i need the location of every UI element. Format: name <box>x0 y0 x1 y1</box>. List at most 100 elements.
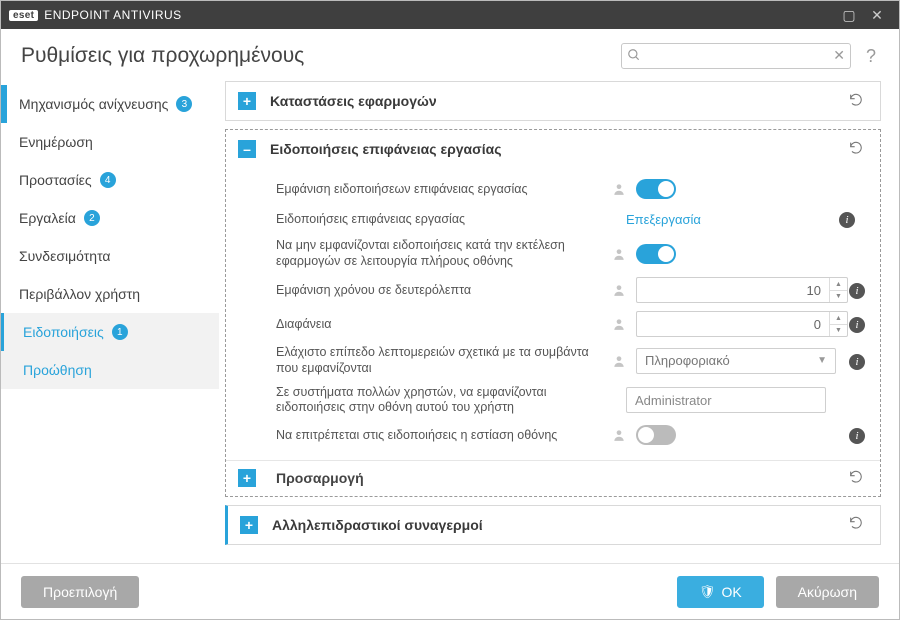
setting-label: Ελάχιστο επίπεδο λεπτομερειών σχετικά με… <box>276 345 602 376</box>
setting-label: Να επιτρέπεται στις ειδοποιήσεις η εστία… <box>276 428 602 442</box>
spin-down-icon[interactable]: ▼ <box>830 291 847 303</box>
setting-label: Εμφάνιση χρόνου σε δευτερόλεπτα <box>276 283 602 297</box>
search-clear-icon[interactable]: ✕ <box>833 47 845 64</box>
cancel-button[interactable]: Ακύρωση <box>776 576 879 608</box>
sidebar-item-protections[interactable]: Προστασίες 4 <box>1 161 219 199</box>
footer: Προεπιλογή 🛡 OK Ακύρωση <box>1 563 899 619</box>
header-row: Ρυθμίσεις για προχωρημένους ✕ ? <box>1 29 899 77</box>
shield-icon: 🛡 <box>699 584 716 600</box>
setting-label: Σε συστήματα πολλών χρηστών, να εμφανίζο… <box>276 385 606 416</box>
sidebar-badge: 2 <box>84 210 100 226</box>
brand-badge: eset <box>9 10 38 21</box>
panel-header-customization[interactable]: + Προσαρμογή <box>226 460 880 496</box>
panel-interactive-alerts: + Αλληλεπιδραστικοί συναγερμοί <box>225 505 881 545</box>
setting-label: Ειδοποιήσεις επιφάνειας εργασίας <box>276 212 606 226</box>
row-focus: Να επιτρέπεται στις ειδοποιήσεις η εστία… <box>276 420 868 450</box>
info-icon[interactable]: i <box>849 428 865 444</box>
edit-link[interactable]: Επεξεργασία <box>626 212 701 227</box>
sidebar-badge: 4 <box>100 172 116 188</box>
app-title: ENDPOINT ANTIVIRUS <box>44 8 181 22</box>
sidebar-item-label: Εργαλεία <box>19 210 76 226</box>
help-icon[interactable]: ? <box>861 46 881 67</box>
revert-icon[interactable] <box>848 515 868 534</box>
toggle-show-desktop[interactable] <box>636 179 676 199</box>
expand-icon: + <box>238 92 256 110</box>
panel-header-app-states[interactable]: + Καταστάσεις εφαρμογών <box>226 82 880 120</box>
search-icon <box>627 48 641 65</box>
sidebar-badge: 3 <box>176 96 192 112</box>
panel-title: Αλληλεπιδραστικοί συναγερμοί <box>272 517 834 533</box>
multiuser-input[interactable] <box>626 387 826 413</box>
row-transparency: Διαφάνεια ▲▼ i <box>276 307 868 341</box>
window-maximize-icon[interactable]: ▢ <box>835 7 863 24</box>
person-icon <box>612 354 626 368</box>
sidebar-item-detection-engine[interactable]: Μηχανισμός ανίχνευσης 3 <box>1 85 219 123</box>
verbosity-select[interactable]: Πληροφοριακό ▼ <box>636 348 836 374</box>
info-icon[interactable]: i <box>839 212 855 228</box>
panel-header-desktop-notifications[interactable]: – Ειδοποιήσεις επιφάνειας εργασίας <box>226 130 880 168</box>
seconds-stepper[interactable]: ▲▼ <box>636 277 848 303</box>
row-fullscreen: Να μην εμφανίζονται ειδοποιήσεις κατά τη… <box>276 234 868 273</box>
sidebar-item-update[interactable]: Ενημέρωση <box>1 123 219 161</box>
sidebar-item-tools[interactable]: Εργαλεία 2 <box>1 199 219 237</box>
revert-icon[interactable] <box>848 140 868 159</box>
seconds-input[interactable] <box>637 278 829 302</box>
panel-header-interactive-alerts[interactable]: + Αλληλεπιδραστικοί συναγερμοί <box>228 506 880 544</box>
collapse-icon: – <box>238 140 256 158</box>
panel-desktop-notifications: – Ειδοποιήσεις επιφάνειας εργασίας Εμφάν… <box>225 129 881 497</box>
panel-title: Προσαρμογή <box>270 470 834 486</box>
person-icon <box>612 247 626 261</box>
sidebar: Μηχανισμός ανίχνευσης 3 Ενημέρωση Προστα… <box>1 77 219 563</box>
app-window: eset ENDPOINT ANTIVIRUS ▢ ✕ Ρυθμίσεις γι… <box>0 0 900 620</box>
revert-icon[interactable] <box>848 469 868 488</box>
sidebar-item-ui[interactable]: Περιβάλλον χρήστη <box>1 275 219 313</box>
expand-icon: + <box>238 469 256 487</box>
main: + Καταστάσεις εφαρμογών – Ειδοποιήσεις ε… <box>219 77 899 563</box>
row-verbosity: Ελάχιστο επίπεδο λεπτομερειών σχετικά με… <box>276 341 868 380</box>
revert-icon[interactable] <box>848 92 868 111</box>
setting-label: Να μην εμφανίζονται ειδοποιήσεις κατά τη… <box>276 238 602 269</box>
ok-label: OK <box>721 584 741 600</box>
info-icon[interactable]: i <box>849 354 865 370</box>
transparency-stepper[interactable]: ▲▼ <box>636 311 848 337</box>
transparency-input[interactable] <box>637 312 829 336</box>
panel-title: Ειδοποιήσεις επιφάνειας εργασίας <box>270 141 834 157</box>
spin-up-icon[interactable]: ▲ <box>830 312 847 325</box>
page-title: Ρυθμίσεις για προχωρημένους <box>21 44 611 68</box>
spin-down-icon[interactable]: ▼ <box>830 325 847 337</box>
verbosity-value: Πληροφοριακό <box>645 353 730 368</box>
ok-button[interactable]: 🛡 OK <box>677 576 764 608</box>
row-multiuser: Σε συστήματα πολλών χρηστών, να εμφανίζο… <box>276 381 868 420</box>
person-icon <box>612 182 626 196</box>
panel-body: Εμφάνιση ειδοποιήσεων επιφάνειας εργασία… <box>226 168 880 460</box>
chevron-down-icon: ▼ <box>817 355 827 366</box>
sidebar-item-label: Μηχανισμός ανίχνευσης <box>19 96 168 112</box>
person-icon <box>612 283 626 297</box>
sidebar-item-connectivity[interactable]: Συνδεσιμότητα <box>1 237 219 275</box>
default-button[interactable]: Προεπιλογή <box>21 576 139 608</box>
titlebar: eset ENDPOINT ANTIVIRUS ▢ ✕ <box>1 1 899 29</box>
sidebar-item-label: Περιβάλλον χρήστη <box>19 286 140 302</box>
search-box: ✕ <box>621 43 851 69</box>
toggle-focus[interactable] <box>636 425 676 445</box>
body: Μηχανισμός ανίχνευσης 3 Ενημέρωση Προστα… <box>1 77 899 563</box>
sidebar-item-label: Ενημέρωση <box>19 134 93 150</box>
toggle-fullscreen[interactable] <box>636 244 676 264</box>
row-desktop-edit: Ειδοποιήσεις επιφάνειας εργασίας Επεξεργ… <box>276 204 868 234</box>
setting-label: Εμφάνιση ειδοποιήσεων επιφάνειας εργασία… <box>276 182 602 196</box>
panel-title: Καταστάσεις εφαρμογών <box>270 93 834 109</box>
person-icon <box>612 317 626 331</box>
search-input[interactable] <box>621 43 851 69</box>
person-icon <box>612 428 626 442</box>
info-icon[interactable]: i <box>849 283 865 299</box>
sidebar-item-forwarding[interactable]: Προώθηση <box>1 351 219 389</box>
expand-icon: + <box>240 516 258 534</box>
sidebar-item-notifications[interactable]: Ειδοποιήσεις 1 <box>1 313 219 351</box>
panel-app-states: + Καταστάσεις εφαρμογών <box>225 81 881 121</box>
sidebar-item-label: Συνδεσιμότητα <box>19 248 111 264</box>
spin-up-icon[interactable]: ▲ <box>830 278 847 291</box>
info-icon[interactable]: i <box>849 317 865 333</box>
row-show-desktop: Εμφάνιση ειδοποιήσεων επιφάνειας εργασία… <box>276 174 868 204</box>
row-seconds: Εμφάνιση χρόνου σε δευτερόλεπτα ▲▼ i <box>276 273 868 307</box>
window-close-icon[interactable]: ✕ <box>863 7 891 24</box>
